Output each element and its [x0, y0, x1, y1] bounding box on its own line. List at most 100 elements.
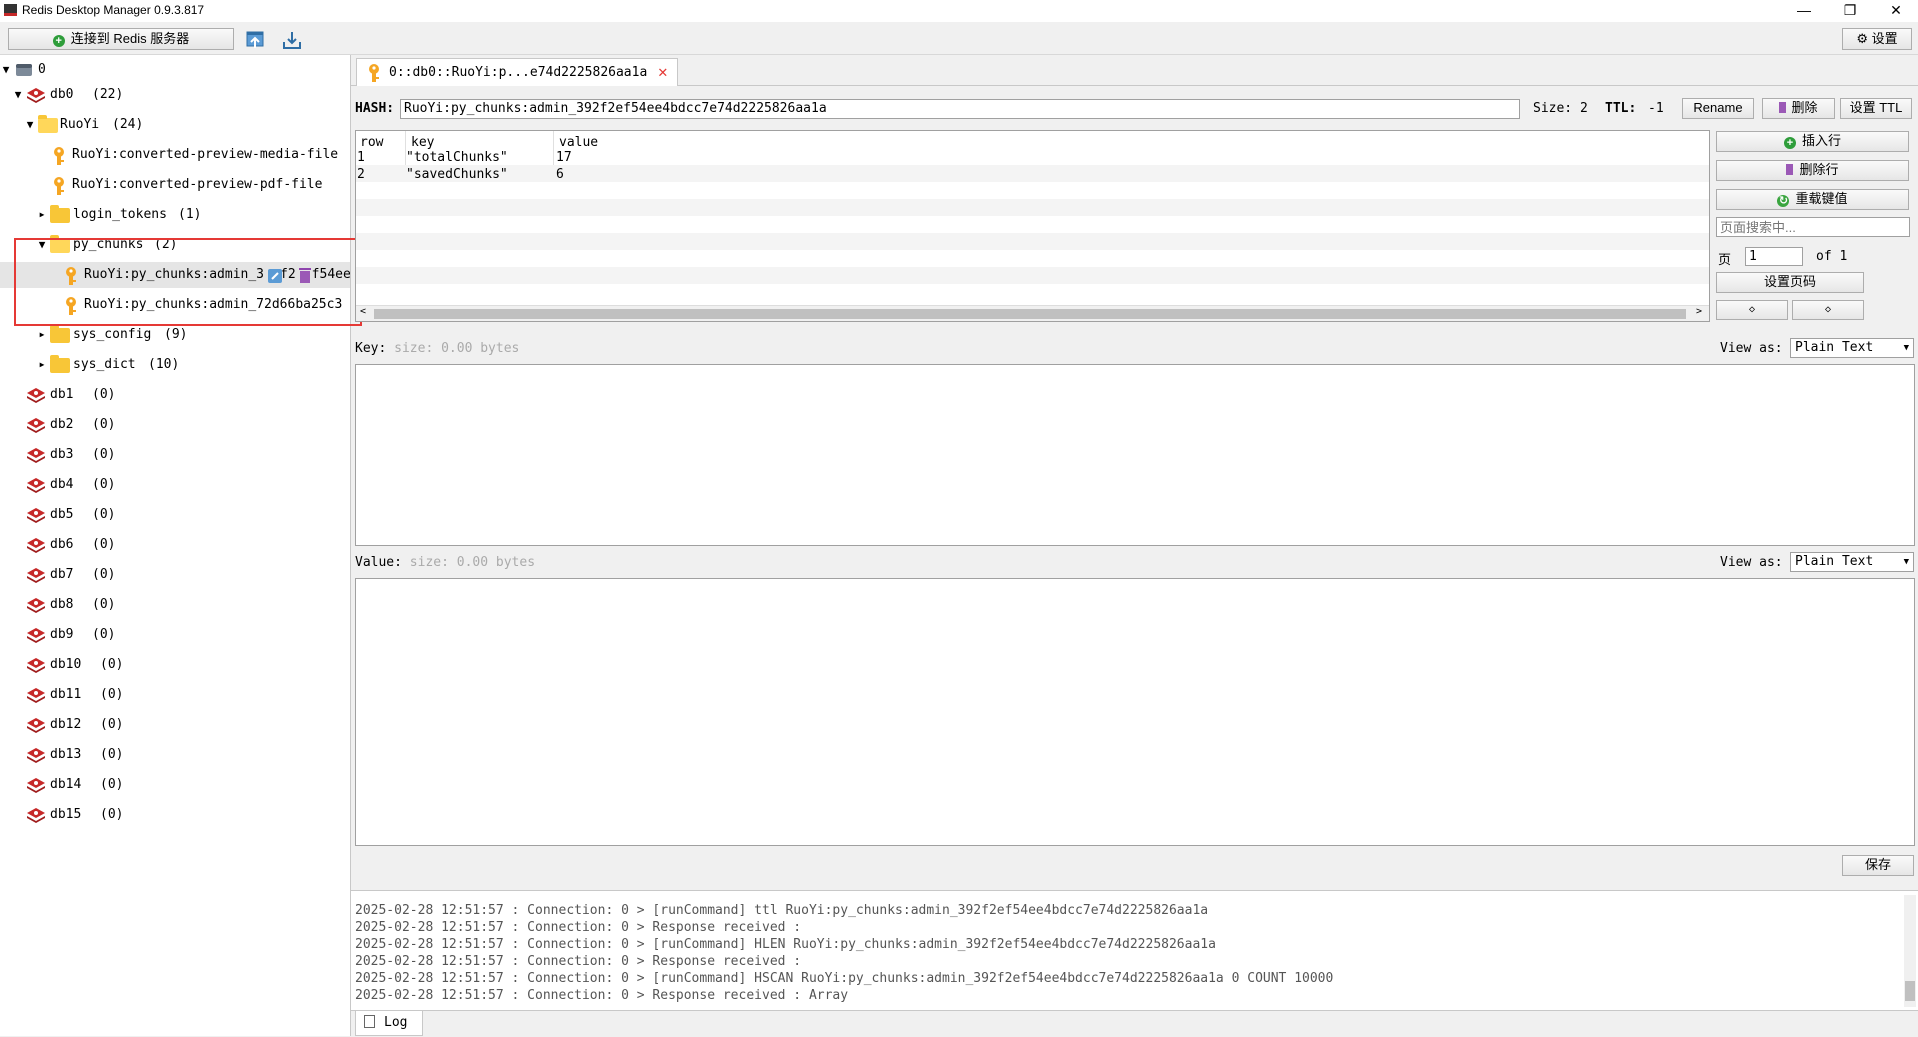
column-header-key[interactable]: key	[411, 135, 434, 150]
db-count: (0)	[92, 627, 116, 642]
tree-db-db15[interactable]: db15 (0)	[0, 802, 350, 828]
tree-db-db14[interactable]: db14 (0)	[0, 772, 350, 798]
tree-db-db10[interactable]: db10 (0)	[0, 652, 350, 678]
minimize-icon[interactable]: —	[1784, 0, 1824, 22]
tree-db-db11[interactable]: db11 (0)	[0, 682, 350, 708]
tree-root[interactable]: ▼ 0	[0, 57, 350, 83]
tab-label: 0::db0::RuoYi:p...e74d2225826aa1a	[389, 65, 648, 80]
page-number-input[interactable]	[1745, 247, 1803, 266]
tree-key[interactable]: RuoYi:converted-preview-media-file	[0, 142, 350, 168]
redis-db-icon	[27, 88, 45, 103]
server-icon	[16, 64, 32, 76]
tree-db-db3[interactable]: db3 (0)	[0, 442, 350, 468]
log-line: 2025-02-28 12:51:57 : Connection: 0 > [r…	[355, 971, 1334, 986]
redis-db-icon	[27, 568, 45, 583]
delete-row-button[interactable]: 删除行	[1716, 160, 1909, 181]
tree-folder-login-tokens[interactable]: ▶ login_tokens (1)	[0, 202, 350, 228]
ttl-value: -1	[1648, 101, 1664, 116]
plus-icon: +	[52, 35, 65, 47]
expand-arrow-icon[interactable]: ▼	[0, 57, 12, 83]
folder-name: sys_dict	[73, 357, 136, 372]
redis-db-icon	[27, 748, 45, 763]
expand-arrow-icon[interactable]: ▼	[12, 82, 24, 108]
cell-row: 1	[357, 150, 365, 165]
folder-count: (10)	[148, 357, 180, 372]
tree-db-db12[interactable]: db12 (0)	[0, 712, 350, 738]
scroll-left-icon[interactable]: <	[360, 306, 366, 317]
key-tab[interactable]: 0::db0::RuoYi:p...e74d2225826aa1a ✕	[356, 58, 678, 86]
format-value: Plain Text	[1795, 554, 1874, 569]
column-header-value[interactable]: value	[559, 135, 598, 150]
db-name: db4	[50, 477, 74, 492]
tree-key[interactable]: RuoYi:converted-preview-pdf-file	[0, 172, 350, 198]
close-tab-icon[interactable]: ✕	[658, 62, 668, 81]
tree-folder-ruoyi[interactable]: ▼ RuoYi (24)	[0, 112, 350, 138]
connect-server-button[interactable]: + 连接到 Redis 服务器	[8, 28, 234, 50]
view-as-label: View as:	[1720, 555, 1783, 570]
horizontal-scrollbar[interactable]: < >	[356, 305, 1709, 321]
trash-icon	[1786, 164, 1794, 175]
tree-db-db9[interactable]: db9 (0)	[0, 622, 350, 648]
key-name-field[interactable]: RuoYi:py_chunks:admin_392f2ef54ee4bdcc7e…	[400, 99, 1520, 119]
tree-db-db8[interactable]: db8 (0)	[0, 592, 350, 618]
collapse-arrow-icon[interactable]: ▶	[36, 202, 48, 228]
redis-db-icon	[27, 418, 45, 433]
scroll-thumb[interactable]	[374, 309, 1686, 319]
restore-icon[interactable]: ❐	[1830, 0, 1870, 22]
column-header-row[interactable]: row	[360, 135, 383, 150]
reload-value-button[interactable]: ↻ 重载键值	[1716, 189, 1909, 210]
set-ttl-button[interactable]: 设置 TTL	[1840, 98, 1912, 119]
tree-db-db2[interactable]: db2 (0)	[0, 412, 350, 438]
settings-button[interactable]: ⚙ 设置	[1842, 28, 1912, 50]
page-label: 页	[1718, 252, 1732, 267]
expand-arrow-icon[interactable]: ▼	[24, 112, 36, 138]
prev-page-button[interactable]: ◇	[1716, 300, 1788, 320]
tree-db-db7[interactable]: db7 (0)	[0, 562, 350, 588]
key-icon	[54, 147, 64, 165]
import-icon[interactable]	[245, 30, 265, 50]
value-editor[interactable]	[355, 578, 1915, 846]
vertical-scrollbar[interactable]	[1904, 895, 1916, 1007]
db-name: db7	[50, 567, 74, 582]
log-line: 2025-02-28 12:51:57 : Connection: 0 > Re…	[355, 920, 802, 935]
tree-db-db1[interactable]: db1 (0)	[0, 382, 350, 408]
key-format-select[interactable]: Plain Text ▼	[1790, 338, 1914, 358]
log-tab[interactable]: Log	[355, 1011, 423, 1036]
page-total-label: of 1	[1816, 249, 1848, 264]
delete-key-button[interactable]: 删除	[1762, 98, 1835, 119]
save-button[interactable]: 保存	[1842, 855, 1914, 876]
db-count: (0)	[100, 717, 124, 732]
page-search-input[interactable]	[1716, 217, 1910, 237]
tree-db0[interactable]: ▼ db0 (22)	[0, 82, 350, 108]
scroll-thumb[interactable]	[1905, 981, 1915, 1001]
tree-db-db6[interactable]: db6 (0)	[0, 532, 350, 558]
redis-db-icon	[27, 388, 45, 403]
redis-db-icon	[27, 538, 45, 553]
app-icon	[4, 4, 17, 16]
gear-icon: ⚙	[1856, 31, 1868, 46]
log-panel: 2025-02-28 12:51:57 : Connection: 0 > [r…	[351, 890, 1918, 1011]
insert-row-label: 插入行	[1801, 133, 1841, 148]
redis-db-icon	[27, 808, 45, 823]
insert-row-button[interactable]: + 插入行	[1716, 131, 1909, 152]
ttl-label: TTL:	[1605, 101, 1637, 116]
redis-db-icon	[27, 478, 45, 493]
value-format-select[interactable]: Plain Text ▼	[1790, 552, 1914, 572]
title-bar: Redis Desktop Manager 0.9.3.817 — ❐ ✕	[0, 0, 1918, 22]
redis-db-icon	[27, 718, 45, 733]
redis-db-icon	[27, 688, 45, 703]
window-title: Redis Desktop Manager 0.9.3.817	[22, 3, 205, 17]
export-icon[interactable]	[282, 30, 302, 50]
key-editor[interactable]	[355, 364, 1915, 546]
scroll-right-icon[interactable]: >	[1696, 306, 1702, 317]
next-page-button[interactable]: ◇	[1792, 300, 1864, 320]
close-icon[interactable]: ✕	[1876, 0, 1916, 22]
tree-db-db13[interactable]: db13 (0)	[0, 742, 350, 768]
set-page-button[interactable]: 设置页码	[1716, 272, 1864, 293]
tree-db-db5[interactable]: db5 (0)	[0, 502, 350, 528]
rename-button[interactable]: Rename	[1682, 98, 1754, 119]
tree-folder-sys-dict[interactable]: ▶ sys_dict (10)	[0, 352, 350, 378]
collapse-arrow-icon[interactable]: ▶	[36, 352, 48, 378]
highlight-annotation	[14, 238, 362, 326]
tree-db-db4[interactable]: db4 (0)	[0, 472, 350, 498]
